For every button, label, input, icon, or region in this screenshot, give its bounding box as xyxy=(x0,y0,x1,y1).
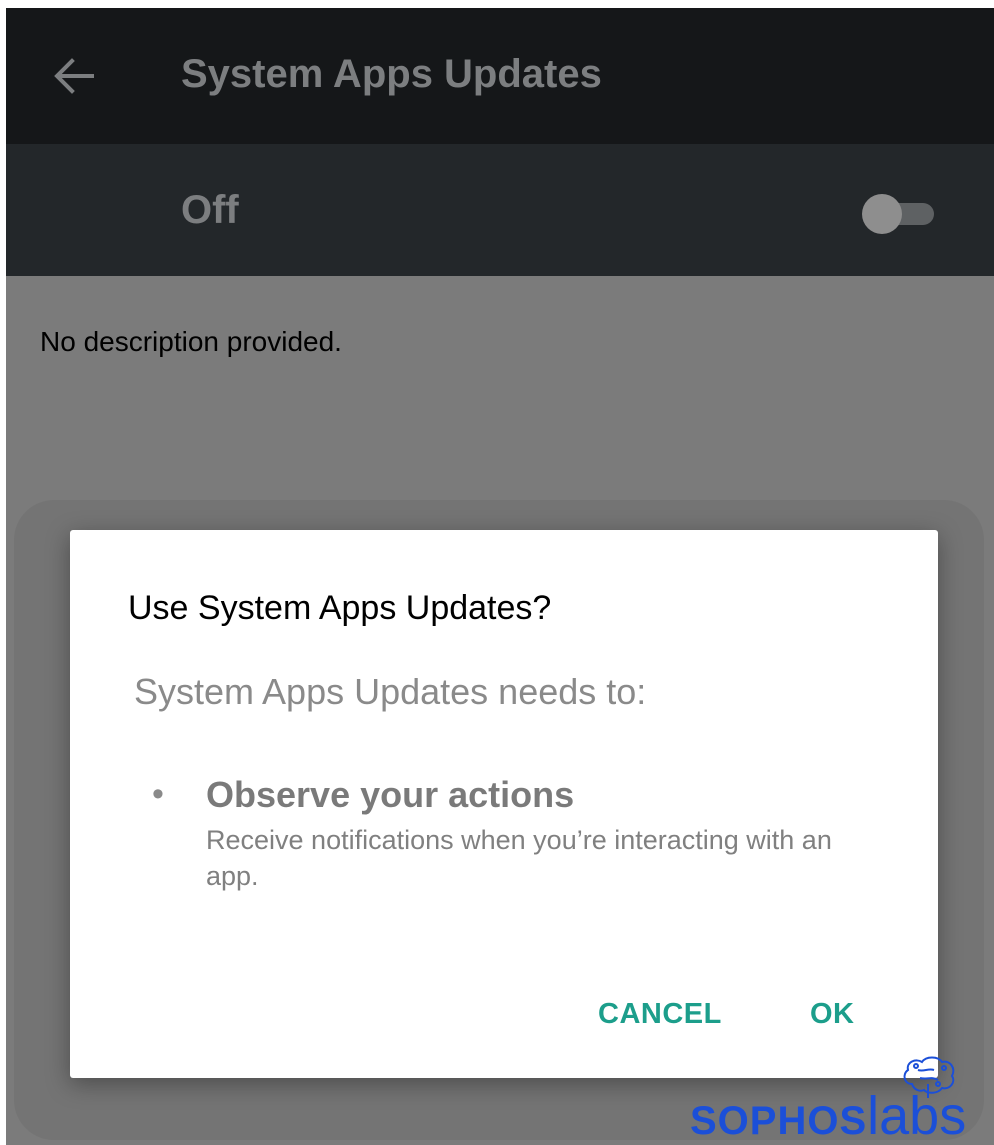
watermark-suffix: labs xyxy=(867,1086,967,1145)
watermark-brand: SOPHOS xyxy=(690,1099,868,1143)
dialog-subtitle: System Apps Updates needs to: xyxy=(134,671,647,712)
cancel-button[interactable]: CANCEL xyxy=(598,994,722,1034)
permission-description: Receive notifications when you’re intera… xyxy=(206,825,832,891)
screen: System Apps Updates Off No description p… xyxy=(0,0,994,1145)
dialog-title: Use System Apps Updates? xyxy=(128,589,552,627)
ok-button[interactable]: OK xyxy=(810,994,855,1034)
toggle-switch[interactable] xyxy=(858,194,938,234)
watermark-text: SOPHOSlabs xyxy=(690,1086,966,1145)
master-switch-bar[interactable]: Off xyxy=(6,144,994,276)
permission-title: Observe your actions xyxy=(206,774,575,815)
switch-label: Off xyxy=(181,188,239,232)
service-description: No description provided. xyxy=(40,326,342,357)
toggle-thumb xyxy=(862,194,902,234)
sophoslabs-watermark: SOPHOSlabs xyxy=(690,1054,990,1145)
toolbar: System Apps Updates xyxy=(6,8,994,144)
arrow-left-icon[interactable] xyxy=(46,48,102,104)
page-title: System Apps Updates xyxy=(181,52,602,96)
permission-dialog: Use System Apps Updates? System Apps Upd… xyxy=(70,530,938,1078)
bullet: • xyxy=(152,775,164,813)
